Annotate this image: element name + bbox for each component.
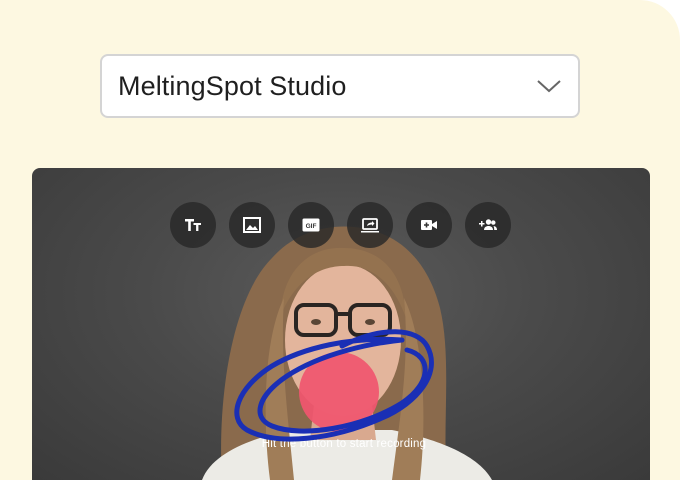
invite-tool-button[interactable]	[465, 202, 511, 248]
image-tool-button[interactable]	[229, 202, 275, 248]
record-button[interactable]	[299, 352, 379, 432]
text-tool-button[interactable]	[170, 202, 216, 248]
video-tool-button[interactable]	[406, 202, 452, 248]
studio-select[interactable]: MeltingSpot Studio	[100, 54, 580, 118]
gif-icon-label: GIF	[306, 223, 317, 230]
gif-icon: GIF	[302, 218, 320, 232]
studio-select-value: MeltingSpot Studio	[118, 70, 347, 101]
screen-share-icon	[361, 218, 379, 233]
text-size-icon	[185, 219, 201, 231]
image-icon	[243, 217, 261, 233]
chevron-down-icon	[537, 80, 561, 93]
add-participant-icon	[479, 219, 497, 230]
studio-toolbar: GIF	[170, 202, 511, 248]
recording-hint: Hit the button to start recording	[261, 438, 427, 450]
gif-tool-button[interactable]: GIF	[288, 202, 334, 248]
studio-card: MeltingSpot Studio GIF Hit the button to…	[0, 0, 680, 480]
video-add-icon	[421, 220, 437, 230]
video-stage: GIF Hit the button to start recording	[32, 168, 650, 480]
screen-share-tool-button[interactable]	[347, 202, 393, 248]
